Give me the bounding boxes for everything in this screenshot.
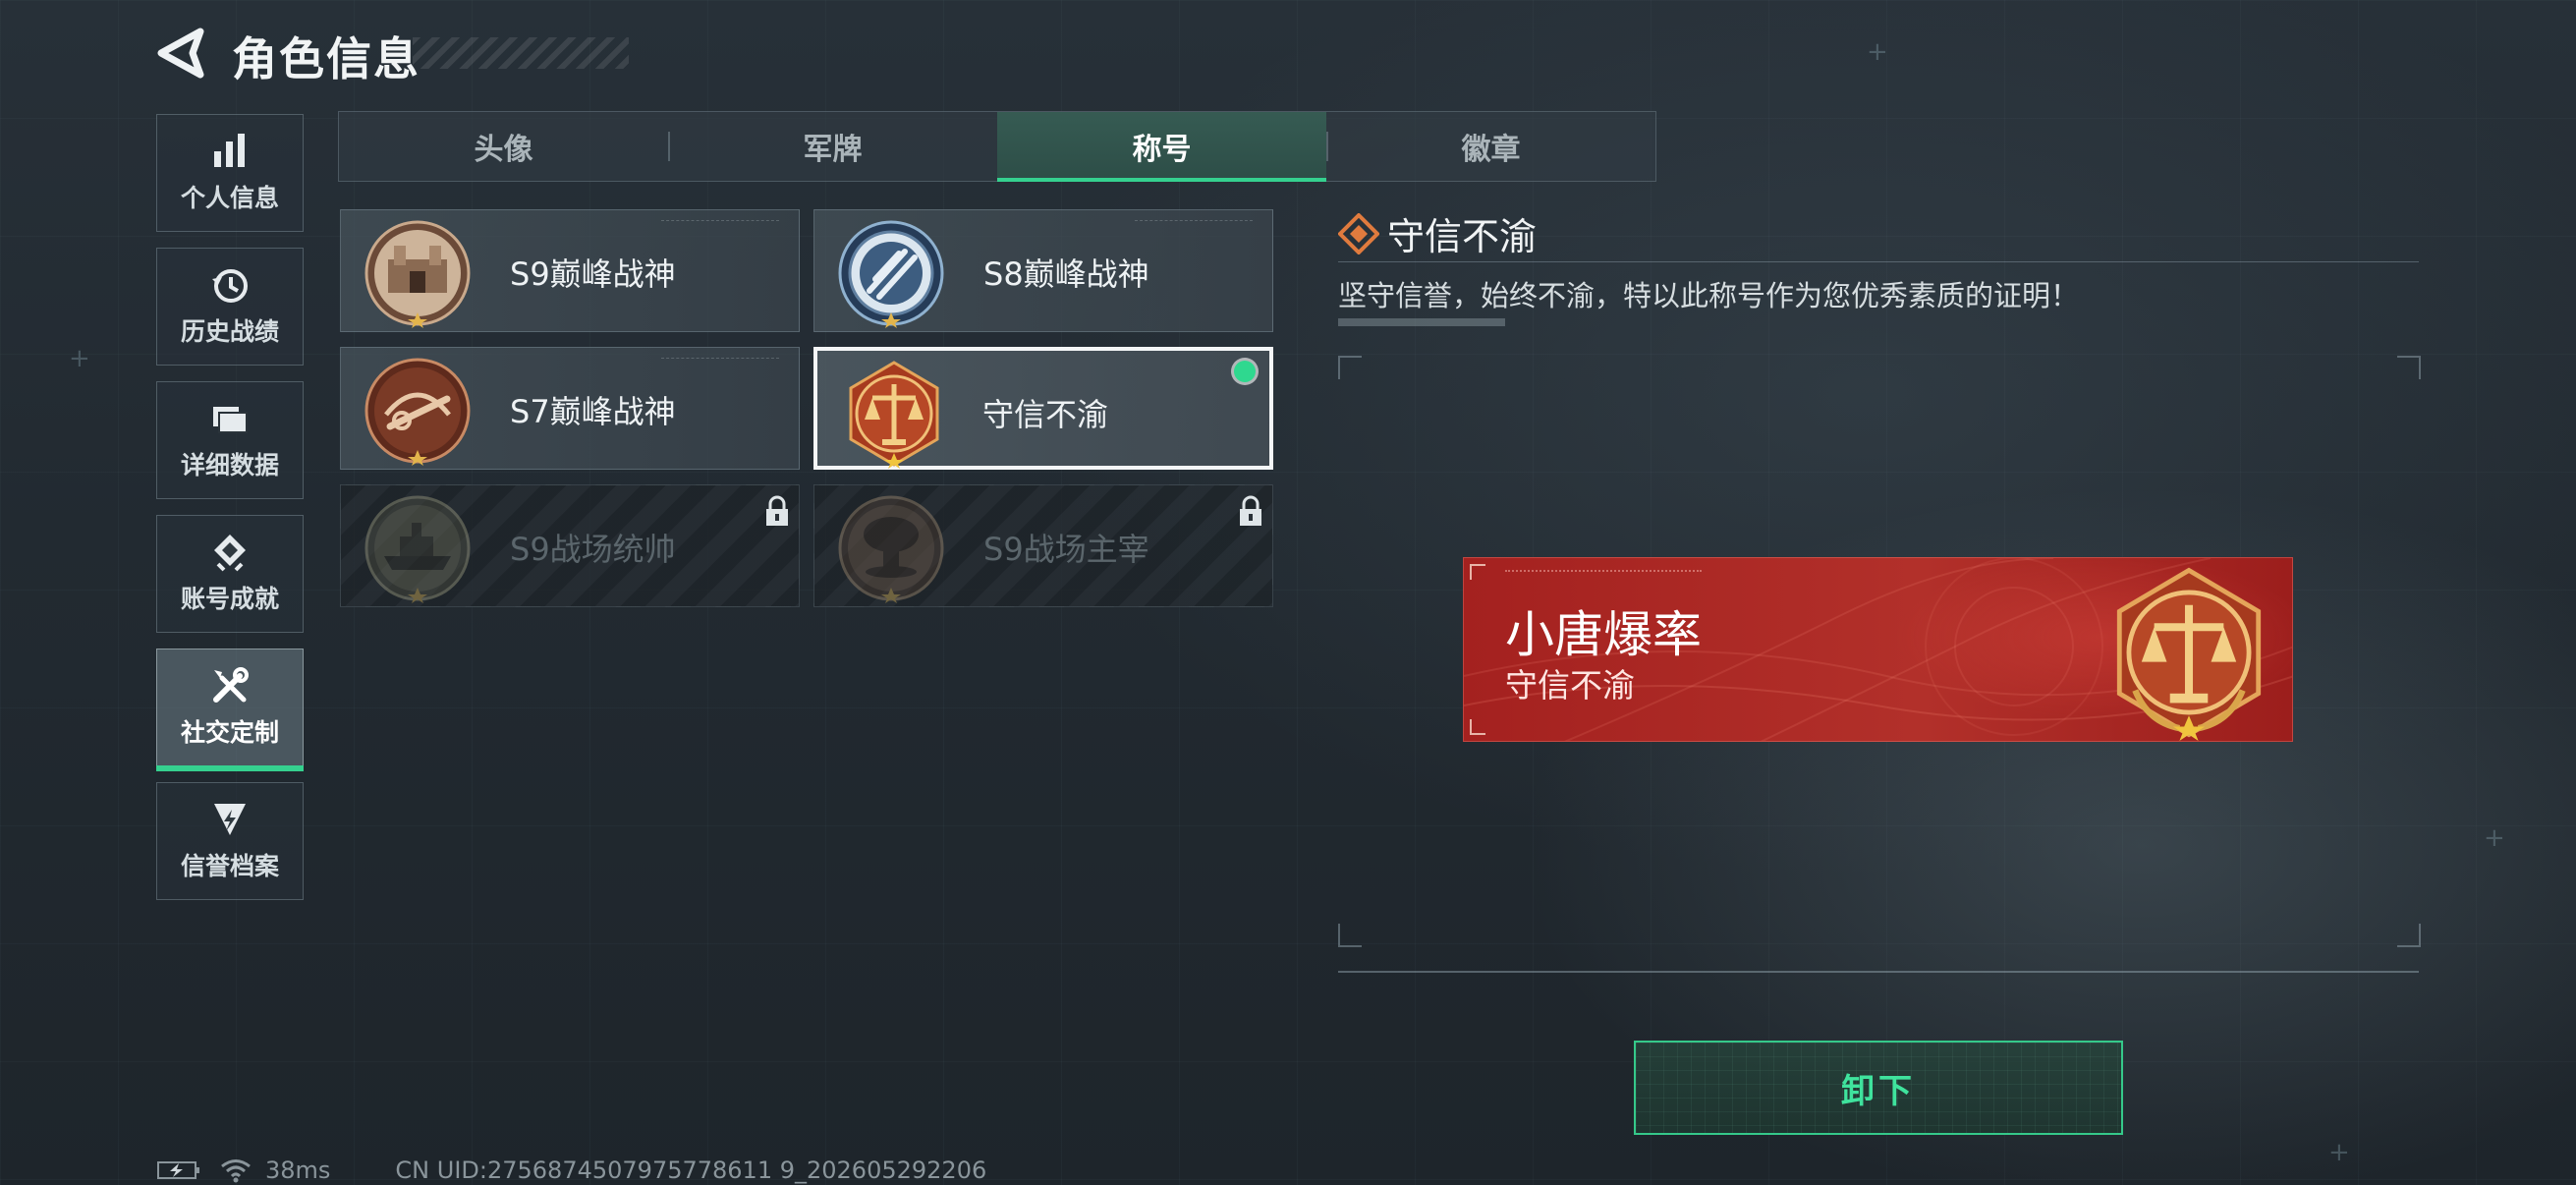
tab-badge[interactable]: 徽章 [1326, 112, 1655, 181]
back-button[interactable] [155, 28, 204, 79]
category-tabs: 头像 军牌 称号 徽章 [338, 111, 1656, 182]
tab-dog-tag[interactable]: 军牌 [668, 112, 997, 181]
selected-title-name: 守信不渝 [1387, 215, 1538, 258]
ping-value: 38ms [265, 1157, 331, 1184]
card-decoration [1135, 220, 1253, 225]
unequip-button[interactable]: 卸下 [1634, 1041, 2123, 1135]
status-bar: 38ms CN UID:2756874507975778611 9_202605… [157, 1156, 986, 1185]
frame-corner [2397, 356, 2421, 379]
sidebar-item-history[interactable]: 历史战绩 [156, 248, 304, 366]
battleship-medal-icon [364, 495, 471, 603]
card-decoration [661, 358, 779, 363]
banner-corner [1470, 719, 1485, 735]
back-arrow-icon [157, 28, 204, 79]
title-decoration [413, 37, 629, 69]
selected-title-description: 坚守信誉，始终不渝，特以此称号作为您优秀素质的证明！ [1338, 279, 2080, 312]
scales-medal-icon [849, 361, 939, 469]
tab-title[interactable]: 称号 [997, 112, 1326, 182]
title-card-trustworthy[interactable]: 守信不渝 [813, 347, 1273, 470]
sidebar-item-credit-record[interactable]: 信誉档案 [156, 782, 304, 900]
title-name: S7巅峰战神 [510, 392, 676, 430]
frame-corner [2397, 924, 2421, 947]
crosshair-decoration: + [69, 344, 90, 373]
sidebar-item-achievements[interactable]: 账号成就 [156, 515, 304, 633]
fortress-medal-icon [364, 220, 471, 328]
achievement-icon [210, 533, 250, 572]
sidebar-item-label: 详细数据 [180, 451, 279, 480]
title-name: S9战场主宰 [983, 530, 1149, 568]
sidebar-item-label: 个人信息 [180, 184, 279, 212]
title-name: S9巅峰战神 [510, 254, 676, 293]
crossbow-medal-icon [364, 358, 471, 466]
lock-icon [766, 495, 788, 526]
folder-icon [210, 399, 250, 438]
card-decoration [661, 220, 779, 225]
battery-charging-icon [157, 1161, 199, 1179]
title-card-s9-commander[interactable]: S9战场统帅 [340, 484, 800, 607]
clock-history-icon [210, 265, 250, 305]
sidebar-item-label: 信誉档案 [180, 852, 279, 880]
diamond-title-icon [1338, 213, 1379, 254]
crosshair-decoration: + [1867, 37, 1888, 67]
divider [1338, 971, 2419, 973]
tools-icon [210, 666, 250, 705]
crosshair-decoration: + [2484, 823, 2505, 853]
preview-player-name: 小唐爆率 [1505, 606, 1702, 663]
divider [1338, 261, 2419, 262]
description-decoration [1338, 318, 1505, 326]
frame-corner [1338, 924, 1362, 947]
sidebar: 个人信息 历史战绩 详细数据 账号成就 社交定制 信誉档案 [156, 114, 306, 916]
banner-decoration [1505, 570, 1702, 575]
title-name: S8巅峰战神 [983, 254, 1149, 293]
preview-title: 守信不渝 [1505, 666, 1635, 705]
sidebar-item-label: 社交定制 [180, 718, 279, 747]
title-card-s8-peak[interactable]: S8巅峰战神 [813, 209, 1273, 332]
lock-icon [1240, 495, 1261, 526]
title-card-s9-peak[interactable]: S9巅峰战神 [340, 209, 800, 332]
title-preview-banner: 小唐爆率 守信不渝 [1463, 557, 2293, 742]
page-title: 角色信息 [232, 32, 420, 85]
banner-corner [1470, 564, 1485, 580]
credit-badge-icon [210, 800, 250, 839]
sidebar-item-personal-info[interactable]: 个人信息 [156, 114, 304, 232]
unequip-button-label: 卸下 [1841, 1071, 1916, 1111]
tab-avatar[interactable]: 头像 [339, 112, 668, 181]
blue-emblem-medal-icon [838, 220, 944, 328]
title-card-s9-dominator[interactable]: S9战场主宰 [813, 484, 1273, 607]
title-name: 守信不渝 [982, 395, 1109, 433]
sidebar-item-label: 账号成就 [180, 585, 279, 613]
user-uid: CN UID:2756874507975778611 9_20260529220… [395, 1157, 987, 1184]
bar-chart-icon [210, 132, 250, 171]
equipped-indicator [1234, 361, 1256, 382]
sidebar-item-label: 历史战绩 [180, 317, 279, 346]
scales-medal-icon [2116, 567, 2262, 741]
crosshair-decoration: + [2328, 1138, 2350, 1167]
title-name: S9战场统帅 [510, 530, 676, 568]
mushroom-cloud-medal-icon [838, 495, 944, 603]
sidebar-item-detailed-data[interactable]: 详细数据 [156, 381, 304, 499]
sidebar-item-social-custom[interactable]: 社交定制 [156, 649, 304, 771]
wifi-icon [221, 1159, 251, 1183]
title-card-s7-peak[interactable]: S7巅峰战神 [340, 347, 800, 470]
frame-corner [1338, 356, 1362, 379]
